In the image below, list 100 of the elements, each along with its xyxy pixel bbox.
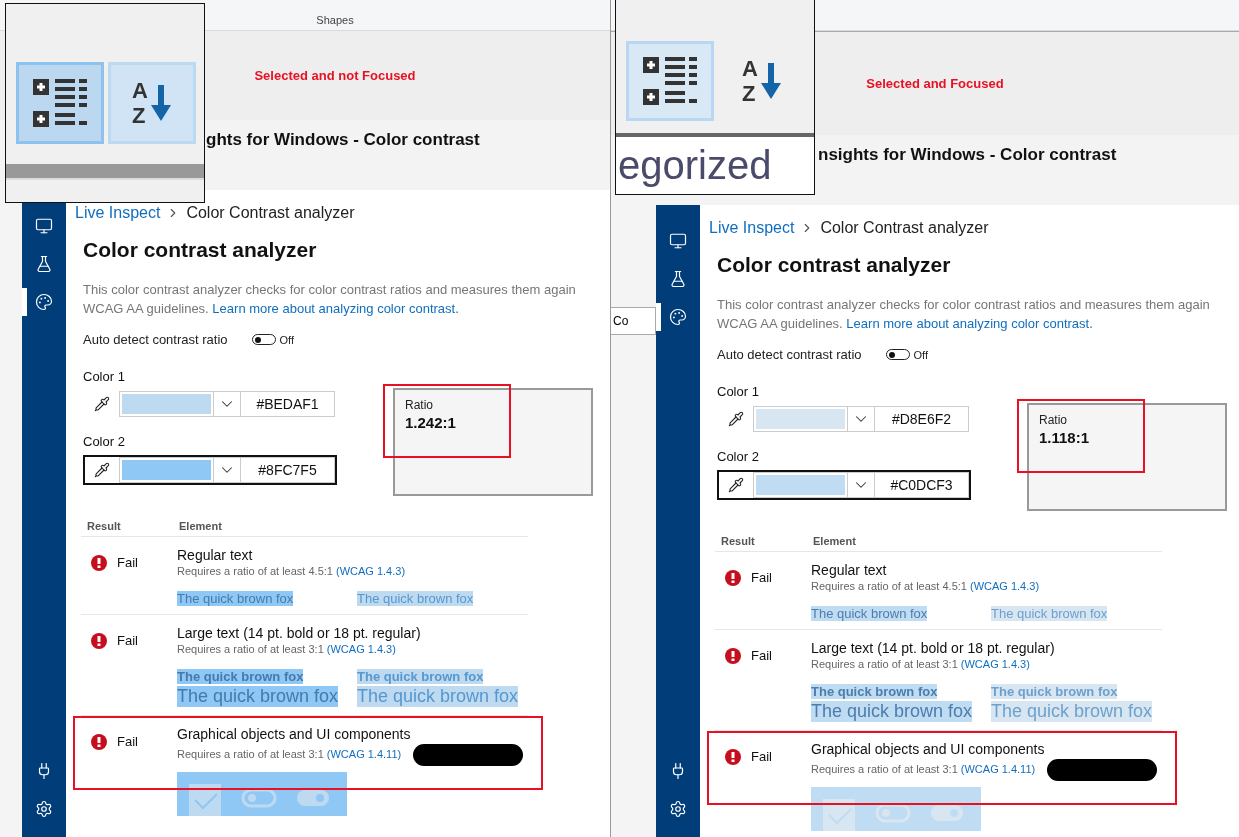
ratio-value: 1.242:1: [405, 414, 457, 431]
result-status: Fail: [751, 648, 772, 663]
eyedropper-icon: [94, 462, 110, 478]
background-text: Co: [611, 307, 656, 335]
toggle-switch[interactable]: [885, 349, 910, 360]
tab-label: egorized: [616, 137, 814, 194]
toggle-state: Off: [279, 333, 294, 346]
column-header: Result: [86, 520, 122, 532]
settings-icon: [669, 800, 687, 818]
breadcrumb-link[interactable]: Live Inspect: [75, 204, 161, 222]
eyedropper-icon: [728, 477, 744, 493]
sample-text: The quick brown fox: [991, 701, 1153, 722]
wcag-link[interactable]: (WCAG 1.4.3): [326, 643, 396, 655]
learn-more-link[interactable]: Learn more about analyzing color contrast.: [846, 316, 1093, 331]
breadcrumb-current: Color Contrast analyzer: [820, 219, 989, 237]
description: This color contrast analyzer checks for color contrast ratios and measures them again WCAG AA guidelines. Learn more about analyzing color contrast.: [717, 296, 1211, 333]
column-header: Element: [812, 535, 857, 547]
column-header: Result: [720, 535, 756, 547]
requirement-text: Requires a ratio of at least 3:1 (WCAG 1.4.3): [811, 658, 1031, 670]
requirement-text: Requires a ratio of at least 4.5:1 (WCAG 1.4.3): [811, 580, 1041, 592]
palette-icon: [35, 293, 53, 311]
description: This color contrast analyzer checks for color contrast ratios and measures them again WCAG AA guidelines. Learn more about analyzing color contrast.: [83, 281, 577, 318]
hex-value[interactable]: #8FC7F5: [241, 457, 335, 483]
alphabetical-button[interactable]: A Z: [108, 62, 196, 144]
sample-text: The quick brown fox: [991, 684, 1118, 699]
sample-text: The quick brown fox: [177, 591, 294, 606]
error-icon: [725, 570, 741, 586]
categorized-button[interactable]: [626, 41, 714, 121]
wcag-link[interactable]: (WCAG 1.4.3): [960, 658, 1030, 670]
alphabetical-button[interactable]: A Z: [718, 41, 806, 121]
sample-text: The quick brown fox: [177, 669, 304, 684]
sample-text: The quick brown fox: [357, 591, 474, 606]
row-title: Regular text: [177, 547, 254, 563]
error-icon: [91, 555, 107, 571]
error-icon: [725, 648, 741, 664]
wcag-link[interactable]: (WCAG 1.4.11): [960, 762, 1036, 775]
error-icon: [91, 734, 107, 750]
window-title: ghts for Windows - Color contrast: [206, 130, 480, 150]
row-title: Large text (14 pt. bold or 18 pt. regular): [177, 625, 422, 641]
hex-value[interactable]: #D8E6F2: [875, 406, 969, 432]
ratio-label: Ratio: [405, 398, 434, 412]
requirement-text: Requires a ratio of at least 4.5:1 (WCAG 1.4.3): [177, 565, 407, 577]
annotation-caption: Selected and not Focused: [254, 68, 416, 83]
color-picker[interactable]: #8FC7F5: [83, 455, 337, 485]
breadcrumb-current: Color Contrast analyzer: [186, 204, 355, 222]
window-title: nsights for Windows - Color contrast: [818, 145, 1117, 165]
ratio-value: 1.118:1: [1039, 429, 1091, 446]
sample-text: The quick brown fox: [811, 701, 973, 722]
requirement-text: Requires a ratio of at least 3:1 (WCAG 1.4.11): [177, 744, 524, 766]
color-picker[interactable]: #D8E6F2: [718, 405, 970, 433]
requirement-text: Requires a ratio of at least 3:1 (WCAG 1.4.3): [177, 643, 397, 655]
error-icon: [91, 633, 107, 649]
annotation-caption: Selected and Focused: [866, 76, 1004, 91]
color-picker[interactable]: #BEDAF1: [84, 390, 336, 418]
color-label: Color 2: [717, 449, 760, 464]
wcag-link[interactable]: (WCAG 1.4.3): [336, 565, 406, 577]
down-arrow-icon: [149, 83, 172, 123]
settings-icon: [35, 800, 53, 818]
row-title: Graphical objects and UI components: [811, 741, 1046, 757]
breadcrumb-link[interactable]: Live Inspect: [709, 219, 795, 237]
hex-value[interactable]: #C0DCF3: [875, 472, 969, 498]
categorized-button[interactable]: [16, 62, 104, 144]
eyedropper-icon: [728, 411, 744, 427]
row-title: Graphical objects and UI components: [177, 726, 412, 742]
sample-text: The quick brown fox: [991, 606, 1108, 621]
color-label: Color 2: [83, 434, 126, 449]
toggle-state: Off: [913, 348, 928, 361]
toggle-label: Auto detect contrast ratio: [83, 332, 228, 347]
color-label: Color 1: [717, 384, 760, 399]
ribbon-group-label: Shapes: [316, 14, 354, 28]
result-status: Fail: [117, 555, 138, 570]
result-status: Fail: [117, 734, 138, 749]
result-status: Fail: [751, 749, 772, 764]
sample-text: The quick brown fox: [177, 686, 339, 707]
requirement-text: Requires a ratio of at least 3:1 (WCAG 1.4.11): [811, 759, 1158, 781]
palette-icon: [669, 308, 687, 326]
color-label: Color 1: [83, 369, 126, 384]
learn-more-link[interactable]: Learn more about analyzing color contrast.: [212, 301, 459, 316]
wcag-link[interactable]: (WCAG 1.4.3): [970, 580, 1040, 592]
wcag-link[interactable]: (WCAG 1.4.11): [326, 747, 402, 760]
row-title: Large text (14 pt. bold or 18 pt. regular): [811, 640, 1056, 656]
hex-value[interactable]: #BEDAF1: [241, 391, 335, 417]
column-header: Element: [178, 520, 223, 532]
sample-text: The quick brown fox: [357, 686, 519, 707]
result-status: Fail: [117, 633, 138, 648]
toggle-switch[interactable]: [251, 334, 276, 345]
color-picker[interactable]: #C0DCF3: [717, 470, 971, 500]
result-status: Fail: [751, 570, 772, 585]
row-title: Regular text: [811, 562, 888, 578]
eyedropper-icon: [94, 396, 110, 412]
flask-icon: [669, 270, 687, 288]
ratio-label: Ratio: [1039, 413, 1068, 427]
page-heading: Color contrast analyzer: [83, 238, 318, 262]
flask-icon: [35, 255, 53, 273]
sample-text: The quick brown fox: [811, 684, 938, 699]
sample-text: The quick brown fox: [811, 606, 928, 621]
error-icon: [725, 749, 741, 765]
page-heading: Color contrast analyzer: [717, 253, 952, 277]
sample-text: The quick brown fox: [357, 669, 484, 684]
toggle-label: Auto detect contrast ratio: [717, 347, 862, 362]
